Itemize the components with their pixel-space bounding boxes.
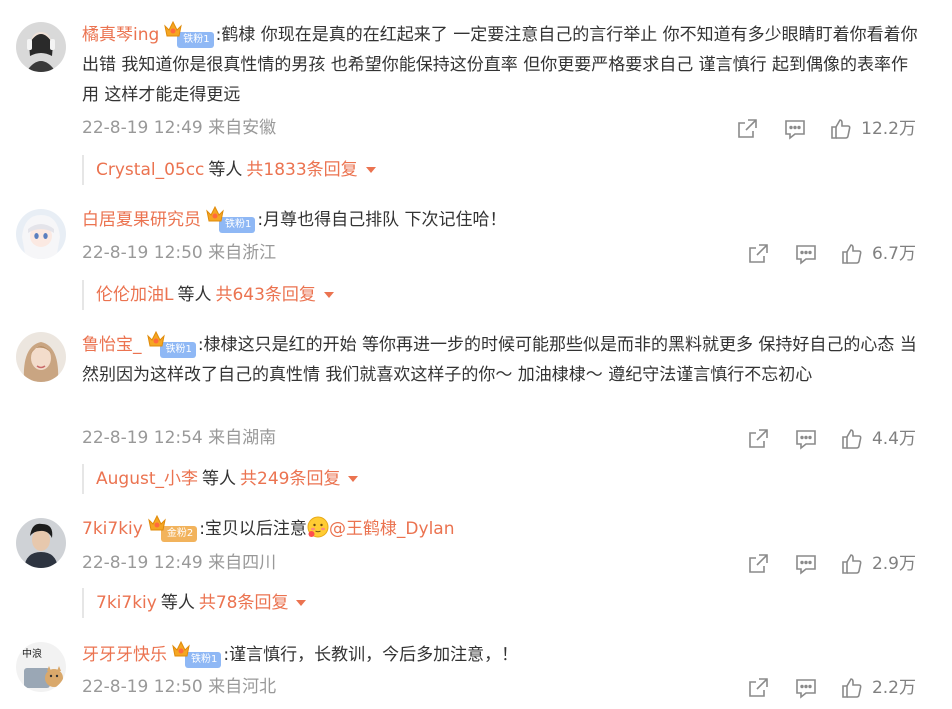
chevron-down-icon[interactable] [365,167,376,173]
comment-username[interactable]: 白居夏果研究员 [82,210,201,230]
reply-username[interactable]: August_小李 [96,469,198,489]
like-icon[interactable] [829,117,853,141]
comment-text: :谨言慎行，长教训，今后多加注意，！ [223,645,519,665]
like-count: 4.4万 [871,429,916,449]
comment-location: 来自湖南 [208,428,277,448]
avatar[interactable] [16,209,66,259]
comment-username[interactable]: 7ki7kiy [82,519,143,539]
share-icon[interactable] [746,676,770,700]
comment-location: 来自安徽 [208,118,277,138]
comment-text: :棣棣这只是红的开始 等你再进一步的时候可能那些似是而非的黑料就更多 保持好自己… [82,335,917,385]
avatar[interactable] [16,518,66,568]
fan-badge[interactable]: 铁粉1 [164,20,214,48]
chevron-down-icon[interactable] [323,292,334,298]
reply-mid-text: 等人 [202,469,236,489]
comment-icon[interactable] [794,242,818,266]
comment-body: 牙牙牙快乐 铁粉1:谨言慎行，长教训，今后多加注意，！ [82,640,922,670]
reply-summary: August_小李 等人 共249条回复 [82,464,359,494]
reply-count-link[interactable]: 共249条回复 [240,469,340,489]
like-icon[interactable] [840,676,864,700]
comment-meta: 22-8-19 12:50 来自河北 [82,675,276,699]
reply-mid-text: 等人 [160,593,195,613]
like-count: 2.9万 [871,554,916,574]
like-count: 6.7万 [871,244,916,264]
comment-icon[interactable] [794,427,818,451]
fan-badge[interactable]: 铁粉1 [172,640,222,668]
comment-location: 来自四川 [208,553,277,573]
fan-badge[interactable]: 铁粉1 [206,205,256,233]
comment-location: 来自浙江 [208,243,277,263]
chevron-down-icon[interactable] [296,600,307,606]
reply-username[interactable]: 伦伦加油L [96,285,173,305]
reply-count-link[interactable]: 共78条回复 [199,593,289,613]
avatar[interactable]: 中浪 [16,642,66,692]
comment-time: 22-8-19 12:50 [82,243,203,263]
comment-text: :宝贝以后注意 [199,519,307,539]
mention-link[interactable]: @王鹤棣_Dylan [329,519,455,539]
comment-actions: 2.9万 [746,552,916,576]
like-count: 2.2万 [871,678,916,698]
comment-time: 22-8-19 12:50 [82,677,203,697]
comment-time: 22-8-19 12:49 [82,553,203,573]
fan-badge[interactable]: 金粉2 [148,514,198,542]
like-icon[interactable] [840,427,864,451]
comment-icon[interactable] [794,676,818,700]
comment-body: 7ki7kiy 金粉2:宝贝以后注意 @王鹤棣_Dylan [82,514,922,544]
comment-meta: 22-8-19 12:49 来自四川 [82,551,276,575]
crown-icon [172,640,190,657]
reply-username[interactable]: Crystal_05cc [96,160,204,180]
reply-count-link[interactable]: 共643条回复 [215,285,315,305]
share-icon[interactable] [746,427,770,451]
comment-username[interactable]: 鲁怡宝_ [82,335,142,355]
avatar[interactable] [16,22,66,72]
comment-body: 鲁怡宝_ 铁粉1:棣棣这只是红的开始 等你再进一步的时候可能那些似是而非的黑料就更… [82,330,922,390]
comment-username[interactable]: 牙牙牙快乐 [82,645,167,665]
share-icon[interactable] [735,117,759,141]
reply-summary: Crystal_05cc 等人 共1833条回复 [82,155,376,185]
comment-actions: 6.7万 [746,242,916,266]
comment-body: 橘真琴ing 铁粉1:鹤棣 你现在是真的在红起来了 一定要注意自己的言行举止 你不… [82,20,922,110]
like-icon[interactable] [840,242,864,266]
chevron-down-icon[interactable] [348,476,359,482]
crown-icon [164,20,183,37]
crown-icon [148,514,166,531]
reply-count-link[interactable]: 共1833条回复 [246,160,357,180]
crown-icon [206,205,224,222]
share-icon[interactable] [746,552,770,576]
comment-actions: 2.2万 [746,676,916,700]
avatar[interactable] [16,332,66,382]
reply-mid-text: 等人 [208,160,243,180]
comment-meta: 22-8-19 12:54 来自湖南 [82,426,276,450]
comment-icon[interactable] [794,552,818,576]
comment-time: 22-8-19 12:54 [82,428,203,448]
svg-text:中浪: 中浪 [22,647,42,660]
comment-location: 来自河北 [208,677,277,697]
comment-meta: 22-8-19 12:49 来自安徽 [82,116,276,140]
comment-time: 22-8-19 12:49 [82,118,203,138]
like-icon[interactable] [840,552,864,576]
comment-body: 白居夏果研究员 铁粉1:月尊也得自己排队 下次记住哈！ [82,205,922,235]
reply-mid-text: 等人 [177,285,212,305]
comment-actions: 12.2万 [735,117,916,141]
like-count: 12.2万 [861,119,916,139]
crown-icon [146,330,165,347]
comment-meta: 22-8-19 12:50 来自浙江 [82,241,276,265]
reply-username[interactable]: 7ki7kiy [96,593,157,613]
comment-actions: 4.4万 [746,427,916,451]
fan-badge[interactable]: 铁粉1 [146,330,196,358]
comment-username[interactable]: 橘真琴ing [82,25,159,45]
reply-summary: 7ki7kiy 等人 共78条回复 [82,588,307,618]
shy-face-emoji-icon [307,516,329,538]
comment-text: :月尊也得自己排队 下次记住哈！ [257,210,507,230]
reply-summary: 伦伦加油L 等人 共643条回复 [82,280,334,310]
share-icon[interactable] [746,242,770,266]
comment-icon[interactable] [783,117,807,141]
